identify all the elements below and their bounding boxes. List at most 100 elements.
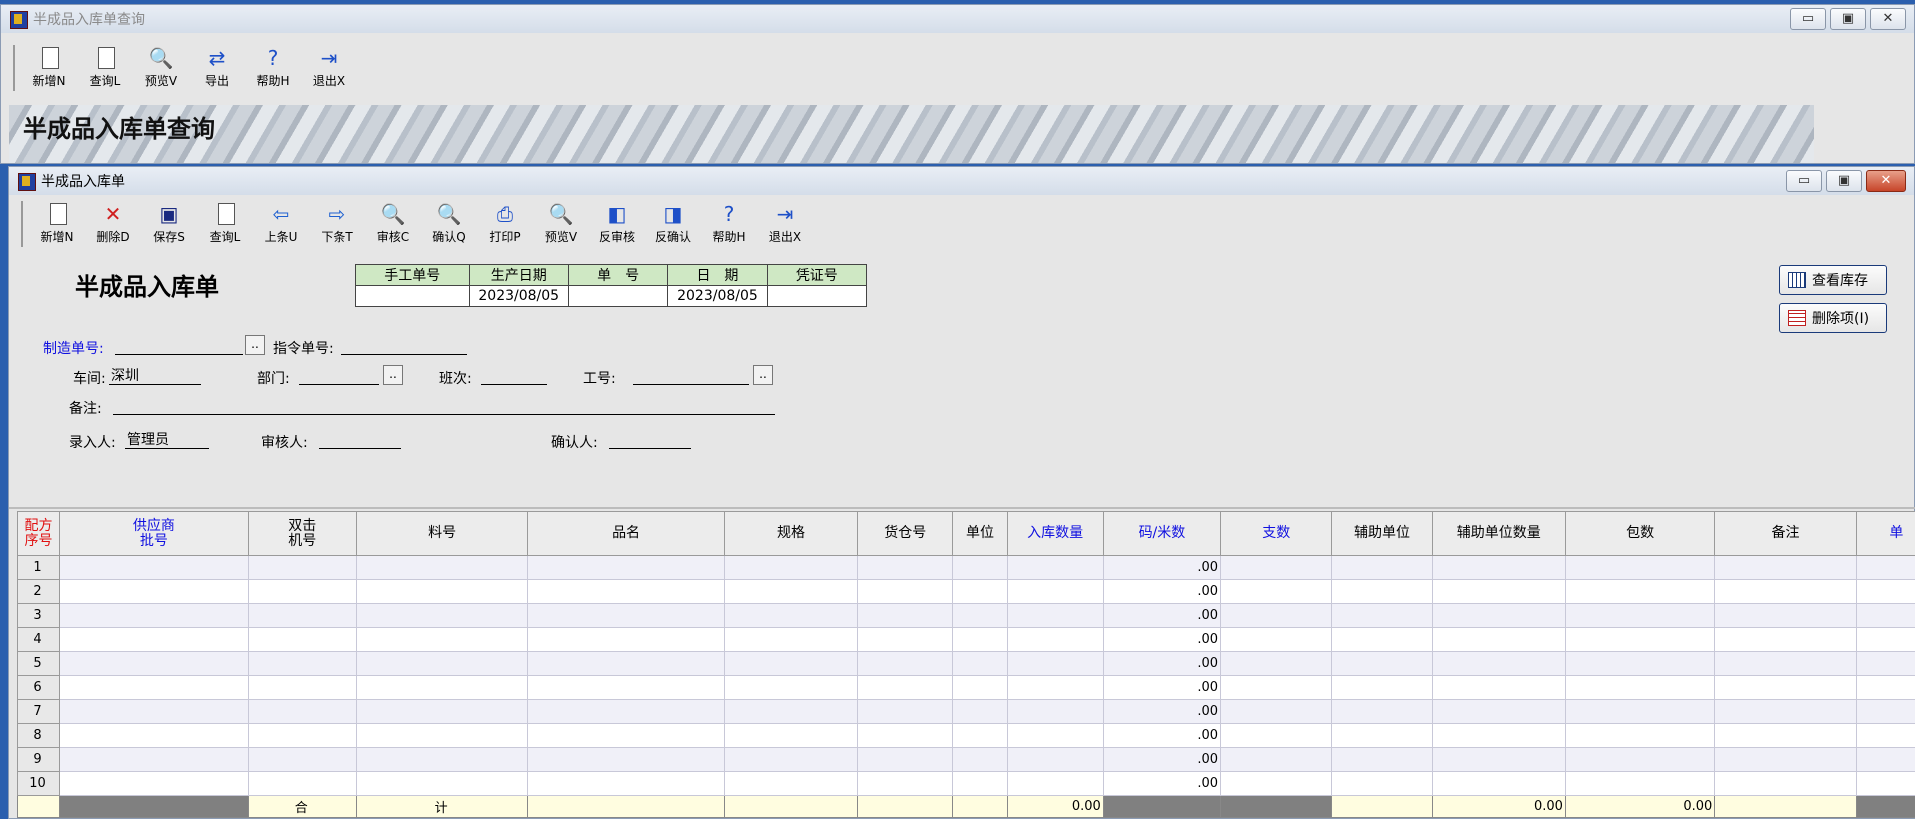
grid-cell[interactable] (1006, 651, 1104, 676)
receipt-toolbar-button-0[interactable]: 新增N (29, 201, 85, 247)
query-toolbar-button-2[interactable]: 🔍 预览V (133, 45, 189, 91)
grid-cell[interactable] (1564, 723, 1716, 748)
grid-cell[interactable] (59, 699, 249, 724)
grid-cell[interactable] (247, 555, 357, 580)
delete-item-button[interactable]: 删除项(I) (1779, 303, 1887, 333)
table-row[interactable]: 5.00 (16, 651, 1915, 676)
grid-cell[interactable] (1006, 723, 1104, 748)
grid-cell[interactable] (723, 723, 859, 748)
grid-col-header-3[interactable]: 料号 (355, 511, 529, 556)
grid-cell[interactable] (952, 555, 1008, 580)
grid-col-header-1[interactable]: 供应商 批号 (59, 511, 249, 556)
grid-cell[interactable] (527, 603, 725, 628)
grid-cell[interactable] (723, 771, 859, 796)
query-toolbar-button-3[interactable]: ⇄ 导出 (189, 45, 245, 91)
grid-cell[interactable] (1006, 627, 1104, 652)
instruction-input[interactable] (341, 337, 467, 355)
grid-cell[interactable] (723, 579, 859, 604)
grid-cell[interactable] (1220, 747, 1333, 772)
grid-col-header-0[interactable]: 配方 序号 (16, 511, 61, 556)
grid-cell[interactable] (59, 651, 249, 676)
query-toolbar-button-1[interactable]: 查询L (77, 45, 133, 91)
grid-cell[interactable] (857, 771, 954, 796)
receipt-toolbar-button-7[interactable]: 🔍 确认Q (421, 201, 477, 247)
grid-cell[interactable] (527, 579, 725, 604)
grid-cell[interactable] (1855, 651, 1915, 676)
query-toolbar-button-5[interactable]: ⇥ 退出X (301, 45, 357, 91)
grid-cell[interactable] (59, 579, 249, 604)
receipt-toolbar-button-4[interactable]: ⇦ 上条U (253, 201, 309, 247)
grid-cell[interactable] (1331, 747, 1433, 772)
receipt-toolbar-button-12[interactable]: ? 帮助H (701, 201, 757, 247)
grid-cell[interactable] (59, 603, 249, 628)
grid-cell[interactable] (355, 579, 529, 604)
table-row[interactable]: 4.00 (16, 627, 1915, 652)
grid-cell[interactable] (247, 651, 357, 676)
grid-cell[interactable] (1331, 771, 1433, 796)
grid-col-header-12[interactable]: 辅助单位数量 (1431, 511, 1566, 556)
query-toolbar-button-4[interactable]: ? 帮助H (245, 45, 301, 91)
receipt-toolbar-button-6[interactable]: 🔍 审核C (365, 201, 421, 247)
grid-cell[interactable] (355, 771, 529, 796)
grid-cell[interactable] (952, 627, 1008, 652)
receipt-toolbar-button-9[interactable]: 🔍 预览V (533, 201, 589, 247)
grid-cell[interactable] (723, 747, 859, 772)
query-toolbar-button-0[interactable]: 新增N (21, 45, 77, 91)
table-row[interactable]: 6.00 (16, 675, 1915, 700)
grid-cell[interactable] (1714, 627, 1857, 652)
grid-cell[interactable] (1714, 699, 1857, 724)
grid-cell[interactable] (1331, 675, 1433, 700)
receipt-toolbar-button-2[interactable]: ▣ 保存S (141, 201, 197, 247)
grid-cell[interactable] (1431, 723, 1566, 748)
grid-cell[interactable] (723, 555, 859, 580)
grid-cell[interactable] (1331, 603, 1433, 628)
table-row[interactable]: 7.00 (16, 699, 1915, 724)
grid-cell[interactable] (59, 627, 249, 652)
grid-cell[interactable] (1714, 723, 1857, 748)
grid-cell[interactable] (857, 651, 954, 676)
grid-cell[interactable] (1431, 771, 1566, 796)
grid-cell[interactable] (1431, 699, 1566, 724)
toolbar-grip[interactable] (13, 45, 17, 91)
maximize-button[interactable]: ▣ (1830, 8, 1866, 30)
grid-cell[interactable] (1564, 675, 1716, 700)
mfg-order-input[interactable] (115, 337, 243, 355)
grid-cell[interactable] (1714, 651, 1857, 676)
grid-cell[interactable] (952, 603, 1008, 628)
grid-cell[interactable] (723, 699, 859, 724)
mfg-order-lookup-button[interactable]: .. (245, 335, 265, 355)
grid-cell-meter[interactable]: .00 (1102, 579, 1222, 604)
grid-cell[interactable] (59, 675, 249, 700)
grid-cell[interactable] (247, 771, 357, 796)
grid-cell[interactable] (1331, 723, 1433, 748)
grid-cell[interactable] (723, 603, 859, 628)
grid-col-header-5[interactable]: 规格 (723, 511, 859, 556)
grid-cell[interactable] (1006, 747, 1104, 772)
grid-cell[interactable] (1564, 651, 1716, 676)
grid-col-header-11[interactable]: 辅助单位 (1331, 511, 1433, 556)
auditor-input[interactable] (319, 431, 401, 449)
receipt-toolbar-button-13[interactable]: ⇥ 退出X (757, 201, 813, 247)
grid-cell[interactable] (1006, 603, 1104, 628)
grid-cell[interactable] (1564, 699, 1716, 724)
grid-cell[interactable] (1006, 771, 1104, 796)
remark-input[interactable] (113, 397, 775, 415)
grid-cell[interactable] (1220, 723, 1333, 748)
grid-col-header-6[interactable]: 货仓号 (857, 511, 954, 556)
grid-cell[interactable] (1855, 723, 1915, 748)
grid-col-header-15[interactable]: 单 (1855, 511, 1915, 556)
query-window-titlebar[interactable]: 半成品入库单查询 ▭ ▣ ✕ (1, 5, 1914, 33)
grid-cell[interactable] (247, 675, 357, 700)
grid-col-header-14[interactable]: 备注 (1714, 511, 1857, 556)
grid-cell[interactable] (952, 651, 1008, 676)
grid-cell[interactable] (1431, 603, 1566, 628)
table-row[interactable]: 8.00 (16, 723, 1915, 748)
grid-cell[interactable] (1220, 651, 1333, 676)
grid-cell[interactable] (1714, 579, 1857, 604)
grid-cell[interactable] (1855, 603, 1915, 628)
minimize-button[interactable]: ▭ (1786, 170, 1822, 192)
grid-cell[interactable] (1220, 699, 1333, 724)
dept-lookup-button[interactable]: .. (383, 365, 403, 385)
grid-cell[interactable] (857, 603, 954, 628)
grid-col-header-9[interactable]: 码/米数 (1102, 511, 1222, 556)
